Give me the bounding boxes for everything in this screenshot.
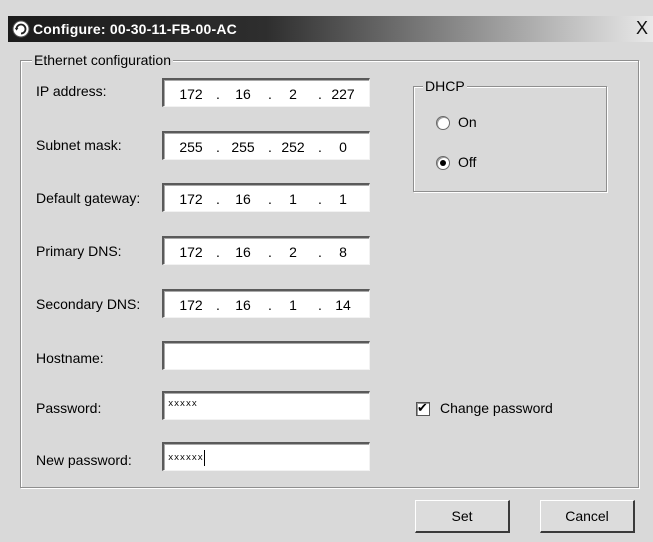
- primary-dns-octet-1: 172: [179, 244, 203, 260]
- default-gateway-octet-2: 16: [235, 191, 251, 207]
- ip-separator: .: [318, 244, 322, 260]
- checkmark-icon: ✔: [417, 400, 428, 415]
- secondary-dns-octet-4: 14: [335, 297, 351, 313]
- refresh-icon: [12, 20, 30, 38]
- ip-address-octet-4: 227: [331, 86, 355, 102]
- ip-separator: .: [318, 297, 322, 313]
- secondary-dns-octet-1: 172: [179, 297, 203, 313]
- subnet-mask-octet-3: 252: [281, 139, 305, 155]
- ip-address-field[interactable]: 172 . 16 . 2 . 227: [162, 78, 370, 107]
- password-field[interactable]: xxxxx: [162, 391, 370, 420]
- ip-address-octet-2: 16: [235, 86, 251, 102]
- title-bar[interactable]: Configure: 00-30-11-FB-00-AC X: [8, 16, 653, 42]
- ethernet-configuration-legend: Ethernet configuration: [32, 52, 173, 68]
- subnet-mask-label: Subnet mask:: [36, 137, 122, 153]
- hostname-label: Hostname:: [36, 350, 104, 366]
- ip-separator: .: [268, 139, 272, 155]
- ip-separator: .: [318, 139, 322, 155]
- ip-separator: .: [268, 244, 272, 260]
- subnet-mask-octet-4: 0: [339, 139, 347, 155]
- ip-separator: .: [216, 297, 220, 313]
- dhcp-group: [413, 86, 607, 192]
- new-password-label: New password:: [36, 452, 132, 468]
- cancel-button[interactable]: Cancel: [540, 500, 635, 533]
- subnet-mask-octet-1: 255: [179, 139, 203, 155]
- dhcp-on-radio[interactable]: [436, 116, 450, 130]
- default-gateway-field[interactable]: 172 . 16 . 1 . 1: [162, 183, 370, 212]
- primary-dns-octet-3: 2: [289, 244, 297, 260]
- password-value: xxxxx: [168, 399, 198, 409]
- default-gateway-label: Default gateway:: [36, 190, 141, 206]
- primary-dns-octet-4: 8: [339, 244, 347, 260]
- primary-dns-label: Primary DNS:: [36, 243, 122, 259]
- ip-address-label: IP address:: [36, 83, 107, 99]
- ip-address-octet-3: 2: [289, 86, 297, 102]
- change-password-checkbox[interactable]: ✔: [416, 400, 430, 416]
- secondary-dns-field[interactable]: 172 . 16 . 1 . 14: [162, 289, 370, 318]
- change-password-label[interactable]: Change password: [440, 400, 553, 416]
- ip-separator: .: [318, 86, 322, 102]
- dhcp-on-label[interactable]: On: [458, 114, 477, 130]
- ip-separator: .: [216, 139, 220, 155]
- secondary-dns-label: Secondary DNS:: [36, 296, 141, 312]
- dhcp-off-label[interactable]: Off: [458, 154, 476, 170]
- primary-dns-field[interactable]: 172 . 16 . 2 . 8: [162, 236, 370, 265]
- hostname-field[interactable]: [162, 341, 370, 370]
- default-gateway-octet-1: 172: [179, 191, 203, 207]
- configure-dialog: Configure: 00-30-11-FB-00-AC X Ethernet …: [0, 0, 653, 542]
- new-password-value: xxxxxx: [168, 450, 206, 466]
- ip-separator: .: [268, 86, 272, 102]
- primary-dns-octet-2: 16: [235, 244, 251, 260]
- close-button[interactable]: X: [633, 19, 651, 37]
- ip-separator: .: [216, 191, 220, 207]
- default-gateway-octet-3: 1: [289, 191, 297, 207]
- ip-separator: .: [216, 86, 220, 102]
- default-gateway-octet-4: 1: [339, 191, 347, 207]
- subnet-mask-octet-2: 255: [231, 139, 255, 155]
- ip-separator: .: [268, 191, 272, 207]
- text-caret: [204, 450, 206, 466]
- password-label: Password:: [36, 400, 102, 416]
- new-password-field[interactable]: xxxxxx: [162, 442, 370, 471]
- secondary-dns-octet-3: 1: [289, 297, 297, 313]
- set-button[interactable]: Set: [415, 500, 510, 533]
- window-title: Configure: 00-30-11-FB-00-AC: [33, 21, 237, 37]
- ip-separator: .: [318, 191, 322, 207]
- ip-separator: .: [216, 244, 220, 260]
- dhcp-off-radio[interactable]: [436, 156, 450, 170]
- subnet-mask-field[interactable]: 255 . 255 . 252 . 0: [162, 131, 370, 160]
- dhcp-legend: DHCP: [423, 78, 467, 94]
- ip-address-octet-1: 172: [179, 86, 203, 102]
- radio-selected-dot: [440, 160, 446, 166]
- secondary-dns-octet-2: 16: [235, 297, 251, 313]
- ip-separator: .: [268, 297, 272, 313]
